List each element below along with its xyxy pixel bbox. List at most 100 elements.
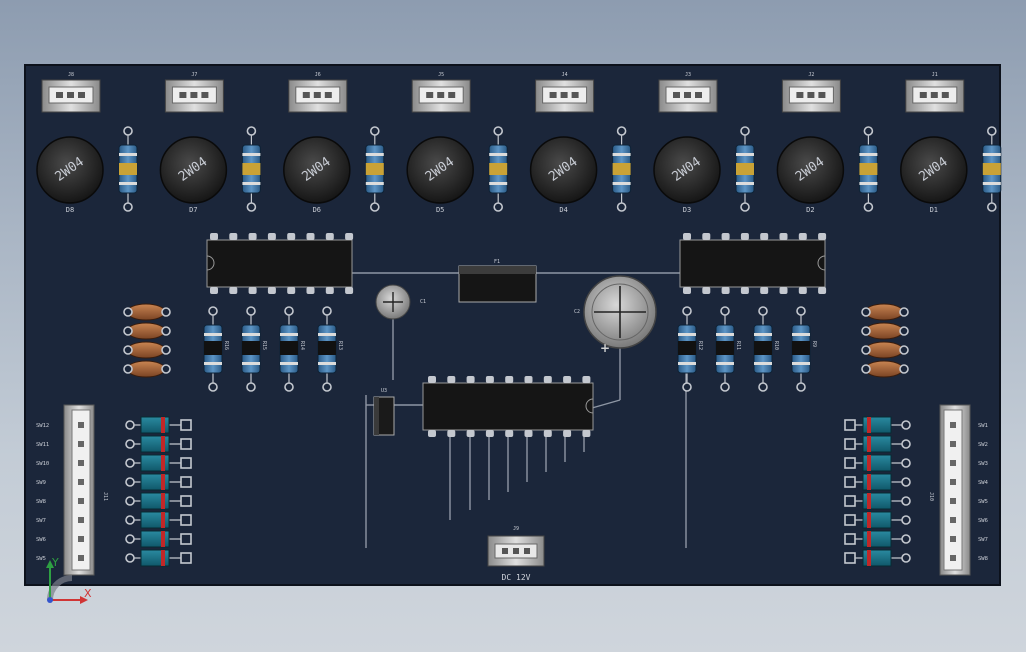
cap-small-label: C1 xyxy=(420,299,426,305)
solder-pad xyxy=(740,202,750,212)
solder-pad xyxy=(901,515,911,525)
header-pin-label: SW6 xyxy=(978,518,988,524)
header-pin xyxy=(950,460,956,466)
solder-pad xyxy=(901,496,911,506)
solder-pad xyxy=(125,553,135,563)
header-pin xyxy=(950,517,956,523)
cap-large-label: C2 xyxy=(574,309,580,315)
connector-label: J8 xyxy=(68,72,74,78)
solder-pad xyxy=(901,420,911,430)
fuse-label: F1 xyxy=(494,259,500,265)
solder-pad xyxy=(322,382,332,392)
solder-pad xyxy=(125,420,135,430)
header-pin xyxy=(78,422,84,428)
solder-pad xyxy=(899,345,909,355)
solder-pad xyxy=(161,364,171,374)
solder-pad xyxy=(901,458,911,468)
y-axis-label: Y xyxy=(51,556,59,569)
header-pin xyxy=(78,479,84,485)
diode-label: D8 xyxy=(66,206,74,214)
header-pin-label: SW6 xyxy=(36,537,46,543)
solder-pad xyxy=(123,364,133,374)
solder-pad xyxy=(123,202,133,212)
solder-pad xyxy=(986,126,997,136)
solder-pad xyxy=(123,307,133,317)
connector-label: J5 xyxy=(438,72,444,78)
header-pin-label: SW7 xyxy=(36,518,46,524)
resistor-label: R12 xyxy=(697,341,703,350)
header-pin-label: SW11 xyxy=(36,442,49,448)
header-pin-label: SW12 xyxy=(36,423,49,429)
solder-pad xyxy=(125,496,135,506)
resistor-label: R10 xyxy=(773,341,779,350)
solder-pad xyxy=(369,126,380,136)
solder-pad xyxy=(986,202,997,212)
regulator-label: U3 xyxy=(381,388,387,394)
svg-text:+: + xyxy=(600,341,610,355)
solder-pad xyxy=(899,307,909,317)
solder-pad xyxy=(758,306,768,316)
connector-label: J3 xyxy=(685,72,691,78)
solder-pad xyxy=(161,307,171,317)
solder-pad xyxy=(246,382,256,392)
solder-pad xyxy=(616,126,627,136)
solder-pad xyxy=(125,515,135,525)
x-axis-label: X xyxy=(84,587,92,600)
solder-pad xyxy=(125,458,135,468)
header-pin-label: SW1 xyxy=(978,423,988,429)
resistor-label: R14 xyxy=(299,341,305,350)
solder-pad xyxy=(208,382,218,392)
resistor-label: R9 xyxy=(811,341,817,347)
solder-pad xyxy=(796,382,806,392)
header-pin xyxy=(78,517,84,523)
ic-left xyxy=(206,239,353,288)
solder-pad xyxy=(861,307,871,317)
solder-pad xyxy=(284,306,294,316)
connector-label: J7 xyxy=(191,72,197,78)
pcb-view: J8 J7 J6 J5 J4 J3 J2 J1 2W04D82W04D72W04D62W04D… xyxy=(24,64,1002,604)
header-pin xyxy=(78,555,84,561)
solder-pad xyxy=(493,202,504,212)
header-pin xyxy=(78,498,84,504)
diode-label: D1 xyxy=(930,206,938,214)
header-pin xyxy=(950,555,956,561)
solder-pad xyxy=(863,126,874,136)
diode-label: D4 xyxy=(559,206,567,214)
header-pin-label: SW8 xyxy=(978,556,988,562)
solder-pad xyxy=(758,382,768,392)
solder-pad xyxy=(208,306,218,316)
header-pin-label: SW9 xyxy=(36,480,46,486)
solder-pad xyxy=(861,326,871,336)
resistor-label: R11 xyxy=(735,341,741,350)
solder-pad xyxy=(861,345,871,355)
solder-pad xyxy=(161,326,171,336)
header-pin xyxy=(78,441,84,447)
header-pin xyxy=(950,536,956,542)
solder-pad xyxy=(125,534,135,544)
solder-pad xyxy=(369,202,380,212)
power-caption: DC 12V xyxy=(502,573,531,582)
solder-pad xyxy=(861,364,871,374)
diode-label: D6 xyxy=(313,206,321,214)
connector-label: J2 xyxy=(808,72,814,78)
solder-pad xyxy=(899,326,909,336)
header-pin xyxy=(950,441,956,447)
power-connector-ref: J9 xyxy=(513,526,519,532)
header-pin-label: SW5 xyxy=(978,499,988,505)
left-header-ref: J11 xyxy=(102,492,108,501)
solder-pad xyxy=(682,382,692,392)
solder-pad xyxy=(901,439,911,449)
solder-pad xyxy=(616,202,627,212)
solder-pad xyxy=(246,306,256,316)
solder-pad xyxy=(901,553,911,563)
connector-label: J6 xyxy=(315,72,321,78)
pcb-board xyxy=(24,64,1001,586)
solder-pad xyxy=(246,202,257,212)
solder-pad xyxy=(901,534,911,544)
solder-pad xyxy=(720,306,730,316)
solder-pad xyxy=(493,126,504,136)
solder-pad xyxy=(125,439,135,449)
solder-pad xyxy=(863,202,874,212)
header-pin-label: SW10 xyxy=(36,461,49,467)
diode-label: D3 xyxy=(683,206,691,214)
